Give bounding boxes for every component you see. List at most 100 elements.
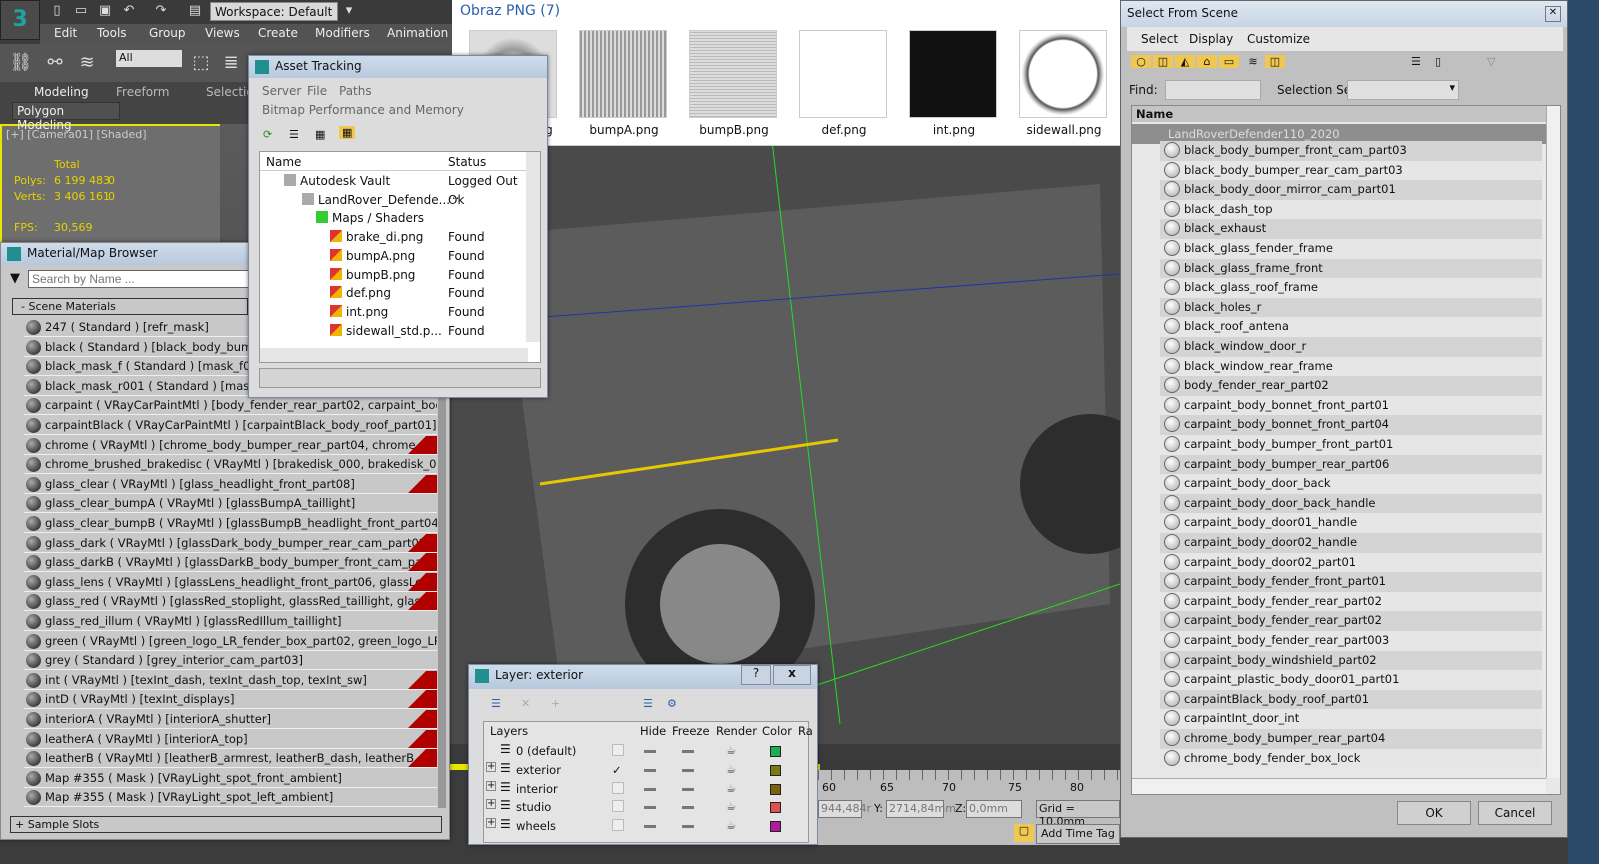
- scene-object-row[interactable]: chrome_body_bumper_rear_part04: [1160, 729, 1542, 749]
- freeze-toggle[interactable]: [682, 750, 694, 753]
- layer-color-swatch[interactable]: [770, 821, 781, 833]
- column-hide[interactable]: Hide: [640, 724, 666, 738]
- groups-filter-icon[interactable]: ◫: [1265, 55, 1285, 68]
- scene-object-row[interactable]: black_exhaust: [1160, 219, 1542, 239]
- highlight-layer-icon[interactable]: ☰: [643, 697, 653, 710]
- ribbon-tab-freeform[interactable]: Freeform: [116, 85, 169, 99]
- close-button[interactable]: x: [773, 665, 811, 685]
- scene-object-row[interactable]: black_body_bumper_rear_cam_part03: [1160, 160, 1542, 181]
- options-menu-icon[interactable]: ▼: [10, 271, 20, 286]
- material-item[interactable]: green ( VRayMtl ) [green_logo_LR_fender_…: [24, 631, 437, 651]
- material-item[interactable]: glass_dark ( VRayMtl ) [glassDark_body_b…: [24, 533, 437, 553]
- unlink-icon[interactable]: ⚯: [40, 48, 70, 78]
- hide-toggle[interactable]: [644, 787, 656, 791]
- object-list-hscrollbar[interactable]: [1132, 778, 1546, 794]
- material-item[interactable]: glass_lens ( VRayMtl ) [glassLens_headli…: [24, 572, 437, 592]
- asset-row[interactable]: Autodesk Vault Logged Out ...: [260, 172, 522, 202]
- render-teapot-icon[interactable]: ☕: [726, 762, 736, 776]
- layer-row[interactable]: ☰ 0 (default) ☕: [486, 742, 808, 761]
- material-item[interactable]: glass_clear_bumpB ( VRayMtl ) [glassBump…: [24, 514, 437, 533]
- asset-row[interactable]: LandRover_Defende... Ok: [260, 191, 522, 210]
- current-layer-checkbox[interactable]: [612, 819, 624, 832]
- material-item[interactable]: interiorA ( VRayMtl ) [interiorA_shutter…: [24, 710, 437, 729]
- menu-bitmap-performance[interactable]: Bitmap Performance and Memory: [262, 103, 464, 117]
- layer-row[interactable]: + ☰ wheels ☕: [486, 817, 808, 836]
- menu-group[interactable]: Group: [149, 26, 186, 40]
- material-item[interactable]: carpaintBlack ( VRayCarPaintMtl ) [carpa…: [24, 416, 437, 435]
- cancel-button[interactable]: Cancel: [1478, 801, 1552, 825]
- menu-create[interactable]: Create: [258, 26, 298, 40]
- material-item[interactable]: intD ( VRayMtl ) [texInt_displays]: [24, 690, 437, 710]
- scene-object-row[interactable]: carpaint_body_door_back: [1160, 474, 1542, 494]
- current-layer-checkbox[interactable]: [612, 800, 624, 813]
- layer-settings-icon[interactable]: ⚙: [667, 697, 677, 710]
- current-layer-checkbox[interactable]: ✓: [612, 763, 624, 777]
- undo-icon[interactable]: ↶: [120, 3, 138, 19]
- filter-icon[interactable]: ▽: [1487, 55, 1495, 68]
- scene-object-row[interactable]: chrome_body_fender_box_lock: [1160, 748, 1542, 769]
- column-freeze[interactable]: Freeze: [672, 724, 710, 738]
- asset-path-field[interactable]: [259, 368, 541, 388]
- ok-button[interactable]: OK: [1397, 801, 1471, 825]
- hide-toggle[interactable]: [644, 768, 656, 772]
- cameras-filter-icon[interactable]: ⌂: [1197, 55, 1217, 68]
- ribbon-tab-modeling[interactable]: Modeling: [34, 85, 89, 99]
- menu-tools[interactable]: Tools: [97, 26, 127, 40]
- scene-object-row[interactable]: carpaint_body_bonnet_front_part04: [1160, 415, 1542, 435]
- scene-object-row[interactable]: black_window_door_r: [1160, 337, 1542, 357]
- hide-toggle[interactable]: [644, 825, 656, 829]
- sfs-titlebar[interactable]: Select From Scene ✕: [1121, 1, 1567, 27]
- material-item[interactable]: Map #355 ( Mask ) [VRayLight_spot_front_…: [24, 768, 437, 788]
- material-item[interactable]: grey ( Standard ) [grey_interior_cam_par…: [24, 651, 437, 671]
- freeze-toggle[interactable]: [682, 825, 694, 829]
- menu-server[interactable]: Server: [262, 84, 301, 98]
- current-layer-checkbox[interactable]: [612, 781, 624, 794]
- asset-tracking-titlebar[interactable]: Asset Tracking: [249, 56, 547, 78]
- layer-row[interactable]: + ☰ exterior ✓ ☕: [486, 761, 808, 780]
- ribbon-panel-polygon-modeling[interactable]: Polygon Modeling: [12, 102, 120, 132]
- column-color[interactable]: Color: [762, 724, 792, 738]
- list-view-icon[interactable]: ☰: [289, 128, 299, 141]
- menu-animation[interactable]: Animation: [387, 26, 448, 40]
- open-folder-icon[interactable]: ▭: [72, 3, 90, 19]
- y-coordinate-field[interactable]: 2714,84mm: [886, 800, 956, 818]
- find-input[interactable]: [1165, 80, 1261, 100]
- scene-object-row[interactable]: carpaintBlack_body_roof_part01: [1160, 689, 1542, 710]
- asset-row[interactable]: def.png Found: [260, 284, 522, 303]
- scene-object-row[interactable]: carpaint_plastic_body_door01_part01: [1160, 670, 1542, 690]
- material-item[interactable]: leatherB ( VRayMtl ) [leatherB_armrest, …: [24, 749, 437, 769]
- object-list-vscrollbar[interactable]: [1546, 106, 1560, 778]
- asset-tree-hscrollbar[interactable]: [260, 348, 528, 362]
- material-item[interactable]: chrome ( VRayMtl ) [chrome_body_bumper_r…: [24, 435, 437, 455]
- display-list-icon[interactable]: ☰: [1411, 55, 1421, 68]
- scene-object-row[interactable]: carpaint_body_door02_part01: [1160, 552, 1542, 573]
- expand-icon[interactable]: +: [486, 761, 496, 772]
- scene-object-row[interactable]: black_holes_r: [1160, 297, 1542, 318]
- time-tag-icon[interactable]: ▢: [1014, 824, 1034, 842]
- scene-object-row[interactable]: carpaint_body_fender_rear_part003: [1160, 631, 1542, 651]
- sample-slots-group-header[interactable]: + Sample Slots: [10, 816, 442, 833]
- geometry-filter-icon[interactable]: ○: [1131, 55, 1151, 68]
- scene-object-row[interactable]: carpaint_body_bumper_front_part01: [1160, 435, 1542, 455]
- material-item[interactable]: Map #355 ( Mask ) [VRayLight_spot_left_a…: [24, 788, 437, 808]
- render-teapot-icon[interactable]: ☕: [726, 818, 736, 832]
- save-icon[interactable]: ▣: [96, 3, 114, 19]
- redo-icon[interactable]: ↷: [152, 3, 170, 19]
- selection-set-dropdown[interactable]: ▾: [1347, 80, 1459, 100]
- render-teapot-icon[interactable]: ☕: [726, 743, 736, 757]
- scene-object-row[interactable]: carpaint_body_door_back_handle: [1160, 493, 1542, 514]
- scene-object-row[interactable]: carpaint_body_door02_handle: [1160, 533, 1542, 553]
- table-view-icon[interactable]: ▦: [339, 126, 356, 139]
- scene-object-row[interactable]: carpaint_body_door01_handle: [1160, 513, 1542, 533]
- scene-object-row[interactable]: carpaint_body_bonnet_front_part01: [1160, 395, 1542, 416]
- link-icon[interactable]: ⛓: [6, 48, 36, 78]
- scene-object-row[interactable]: carpaint_body_fender_front_part01: [1160, 572, 1542, 592]
- scene-object-row[interactable]: black_glass_roof_frame: [1160, 278, 1542, 298]
- material-item[interactable]: glass_clear ( VRayMtl ) [glass_headlight…: [24, 474, 437, 494]
- shapes-filter-icon[interactable]: ◫: [1153, 55, 1173, 68]
- column-render[interactable]: Render: [716, 724, 757, 738]
- hide-toggle[interactable]: [644, 750, 656, 753]
- current-layer-checkbox[interactable]: [612, 744, 624, 756]
- render-teapot-icon[interactable]: ☕: [726, 781, 736, 795]
- scene-object-row[interactable]: carpaintInt_door_int: [1160, 709, 1542, 729]
